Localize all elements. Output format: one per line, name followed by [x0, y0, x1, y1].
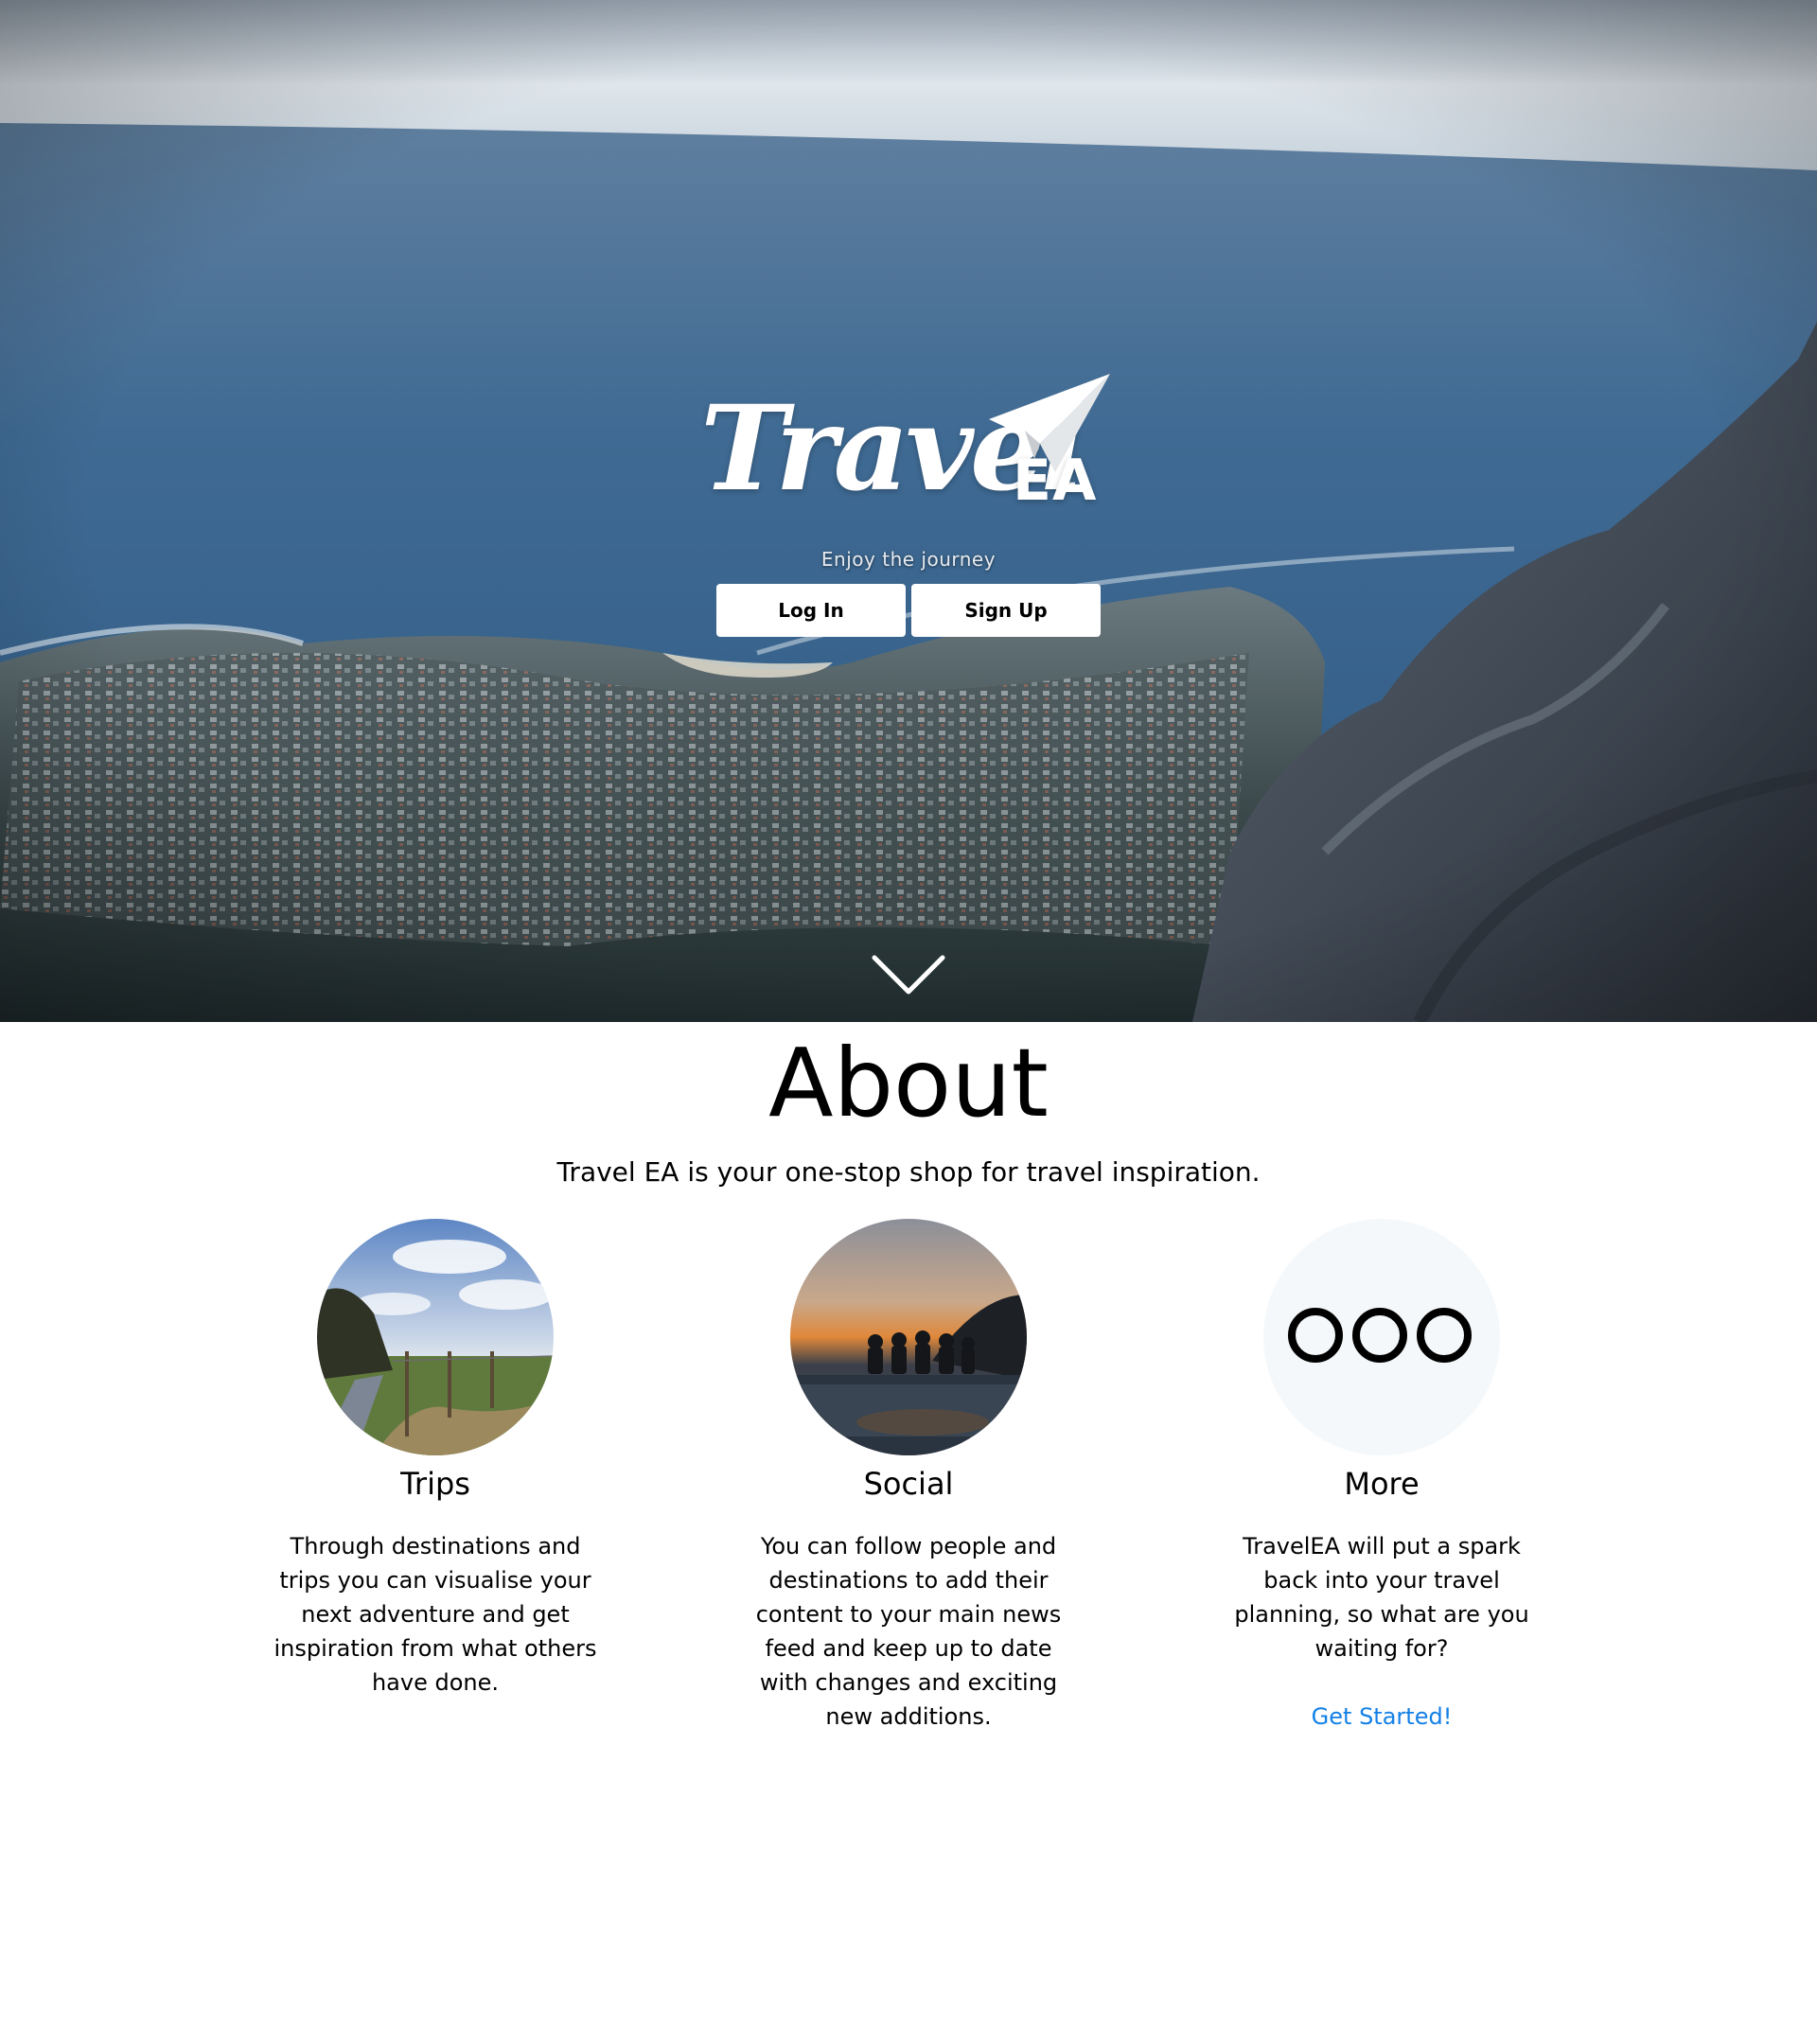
- more-circles-icon: [1288, 1308, 1472, 1363]
- feature-trips: Trips Through destinations and trips you…: [199, 1219, 672, 1734]
- about-section: About Travel EA is your one-stop shop fo…: [0, 1022, 1817, 1734]
- feature-list: Trips Through destinations and trips you…: [0, 1219, 1817, 1734]
- login-button[interactable]: Log In: [716, 584, 906, 637]
- about-lead: Travel EA is your one-stop shop for trav…: [556, 1156, 1261, 1188]
- hero-tagline: Enjoy the journey: [820, 548, 997, 571]
- about-title: About: [768, 1028, 1049, 1138]
- trips-title: Trips: [400, 1466, 470, 1502]
- chevron-down-icon[interactable]: [871, 954, 946, 997]
- paper-plane-icon: [989, 374, 1110, 472]
- social-text: You can follow people and destinations t…: [755, 1533, 1062, 1730]
- feature-social: Social You can follow people and destina…: [672, 1219, 1145, 1734]
- feature-more: More TravelEA will put a spark back into…: [1145, 1219, 1618, 1734]
- social-image: [790, 1219, 1027, 1455]
- trips-text: Through destinations and trips you can v…: [273, 1533, 597, 1696]
- get-started-link[interactable]: Get Started!: [1312, 1700, 1453, 1734]
- hero-content: Travel EA Enjoy the journey Log In Sign …: [0, 374, 1817, 637]
- signup-button[interactable]: Sign Up: [911, 584, 1101, 637]
- social-title: Social: [863, 1466, 954, 1502]
- auth-buttons: Log In Sign Up: [0, 584, 1817, 637]
- travelea-logo: Travel EA: [700, 374, 1117, 525]
- hero-section: Travel EA Enjoy the journey Log In Sign …: [0, 0, 1817, 1022]
- more-title: More: [1344, 1466, 1420, 1502]
- more-image: [1263, 1219, 1500, 1455]
- trips-image: [317, 1219, 554, 1455]
- more-text: TravelEA will put a spark back into your…: [1234, 1533, 1529, 1662]
